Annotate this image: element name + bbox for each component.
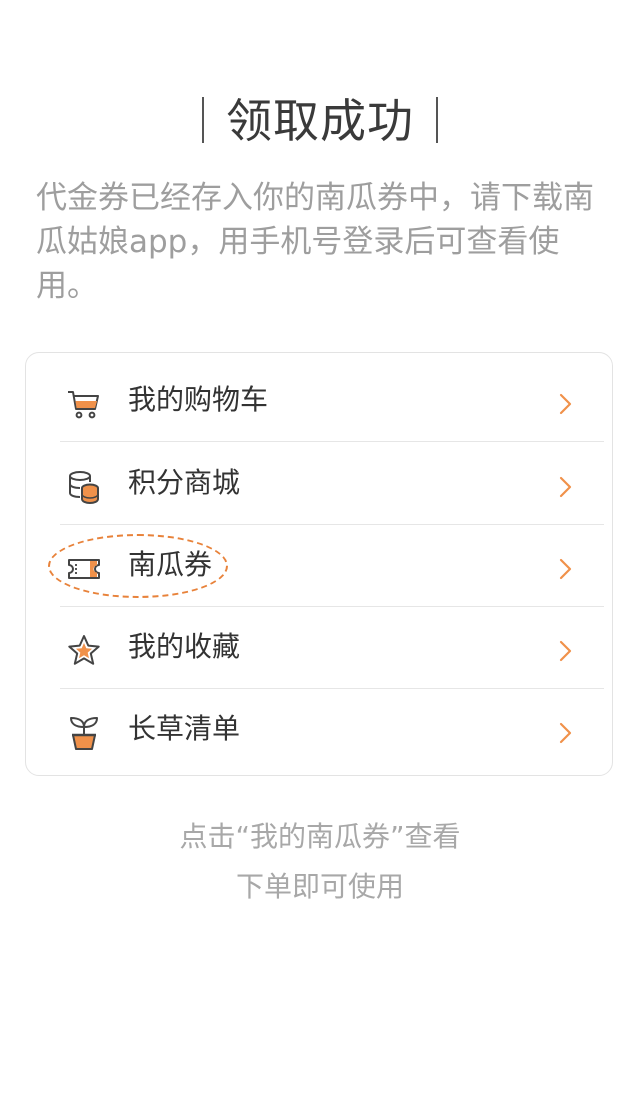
- title-left-bar: [202, 97, 204, 143]
- menu-item-favorites[interactable]: 我的收藏: [60, 606, 604, 689]
- menu-item-label: 我的收藏: [128, 630, 241, 663]
- chevron-right-icon: [559, 640, 572, 662]
- menu-item-coupons[interactable]: 南瓜券: [48, 524, 604, 607]
- chevron-right-icon: [559, 393, 572, 415]
- chevron-right-icon: [559, 558, 572, 580]
- star-icon: [68, 635, 100, 665]
- hint-line-1: 点击“我的南瓜券”查看: [179, 820, 461, 853]
- coins-icon: [69, 471, 99, 505]
- hint-line-2: 下单即可使用: [235, 870, 404, 903]
- menu-item-label: 我的购物车: [128, 383, 269, 416]
- title-right-bar: [436, 97, 438, 143]
- cart-icon: [68, 391, 99, 419]
- page-title: 领取成功: [0, 88, 640, 154]
- instruction-hint: 点击“我的南瓜券”查看 下单即可使用: [0, 812, 640, 912]
- menu-item-wishlist[interactable]: 长草清单: [60, 688, 604, 770]
- menu-item-points-mall[interactable]: 积分商城: [60, 442, 604, 525]
- menu-item-cart[interactable]: 我的购物车: [60, 359, 604, 442]
- chevron-right-icon: [559, 476, 572, 498]
- sprout-pot-icon: [70, 717, 98, 750]
- menu-card: 我的购物车 积分商城 南瓜券 我的收藏 长草清单: [25, 352, 613, 776]
- ticket-icon: [68, 559, 100, 579]
- chevron-right-icon: [559, 722, 572, 744]
- menu-item-label: 积分商城: [128, 466, 241, 499]
- success-description: 代金券已经存入你的南瓜券中，请下载南瓜姑娘app，用手机号登录后可查看使用。: [36, 180, 594, 304]
- menu-item-label: 南瓜券: [128, 548, 213, 581]
- title-text: 领取成功: [226, 94, 414, 148]
- menu-item-label: 长草清单: [128, 712, 241, 745]
